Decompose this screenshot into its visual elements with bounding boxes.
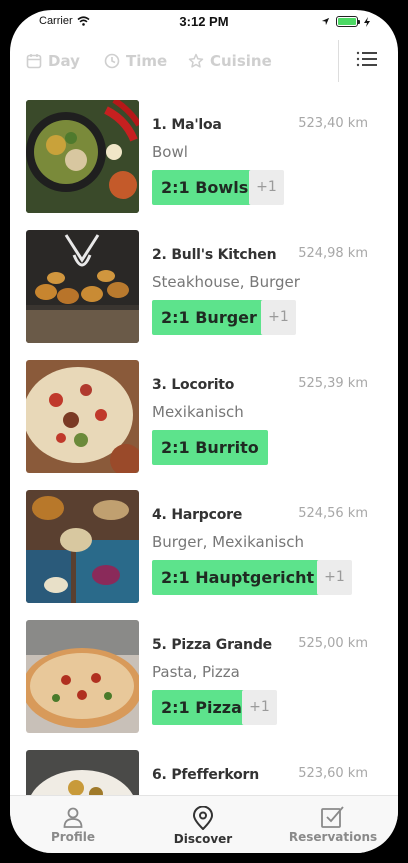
restaurant-photo <box>26 490 139 603</box>
restaurant-photo <box>26 230 139 343</box>
map-pin-icon <box>192 806 214 830</box>
filter-cuisine[interactable]: Cuisine <box>188 52 272 70</box>
filter-time[interactable]: Time <box>104 52 167 70</box>
deal-badge[interactable]: 2:1 Burrito <box>152 430 268 465</box>
restaurant-distance: 525,39 km <box>298 376 368 391</box>
restaurant-distance: 524,98 km <box>298 246 368 261</box>
more-deals-badge[interactable]: +1 <box>317 560 352 595</box>
restaurant-name: 1. Ma'loa <box>152 117 222 133</box>
deal-badge[interactable]: 2:1 Hauptgericht <box>152 560 324 595</box>
clock-icon <box>104 53 120 69</box>
star-icon <box>188 53 204 68</box>
list-view-button[interactable] <box>356 50 380 72</box>
restaurant-row[interactable]: 2. Bull's Kitchen 524,98 km Steakhouse, … <box>10 230 398 346</box>
restaurant-category: Pasta, Pizza <box>152 663 240 681</box>
filter-day-label: Day <box>48 52 80 70</box>
filter-divider <box>338 40 339 82</box>
tab-reservations[interactable]: Reservations <box>288 806 378 844</box>
restaurant-photo <box>26 100 139 213</box>
deal-badge[interactable]: 2:1 Bowls <box>152 170 258 205</box>
app-screen: Carrier 3:12 PM Day Time Cuisine 1. Ma'l… <box>10 10 398 853</box>
restaurant-distance: 523,40 km <box>298 116 368 131</box>
filter-bar: Day Time Cuisine <box>10 40 398 92</box>
tab-profile-label: Profile <box>50 830 96 844</box>
restaurant-row[interactable]: 1. Ma'loa 523,40 km Bowl 2:1 Bowls +1 <box>10 100 398 216</box>
restaurant-category: Burger, Mexikanisch <box>152 533 304 551</box>
battery-icon <box>336 16 360 27</box>
checkbox-icon <box>321 806 344 828</box>
restaurant-name: 5. Pizza Grande <box>152 637 272 653</box>
restaurant-distance: 523,60 km <box>298 766 368 781</box>
filter-time-label: Time <box>126 52 168 70</box>
tab-bar: Profile Discover Reservations <box>10 795 398 853</box>
restaurant-photo <box>26 620 139 733</box>
tab-discover-label: Discover <box>173 832 233 846</box>
restaurant-name: 2. Bull's Kitchen <box>152 247 277 263</box>
restaurant-row[interactable]: 3. Locorito 525,39 km Mexikanisch 2:1 Bu… <box>10 360 398 476</box>
restaurant-name: 4. Harpcore <box>152 507 243 523</box>
restaurant-name: 6. Pfefferkorn <box>152 767 259 783</box>
deal-badge[interactable]: 2:1 Pizza <box>152 690 251 725</box>
deal-badge[interactable]: 2:1 Burger <box>152 300 266 335</box>
more-deals-badge[interactable]: +1 <box>261 300 296 335</box>
more-deals-badge[interactable]: +1 <box>249 170 284 205</box>
status-bar: Carrier 3:12 PM <box>10 10 398 34</box>
restaurant-distance: 525,00 km <box>298 636 368 651</box>
person-icon <box>63 807 83 828</box>
restaurant-photo <box>26 360 139 473</box>
restaurant-row[interactable]: 5. Pizza Grande 525,00 km Pasta, Pizza 2… <box>10 620 398 736</box>
tab-discover[interactable]: Discover <box>170 806 236 846</box>
status-right <box>321 16 370 27</box>
more-deals-badge[interactable]: +1 <box>242 690 277 725</box>
tab-reservations-label: Reservations <box>288 830 378 844</box>
tab-profile[interactable]: Profile <box>48 806 98 844</box>
restaurant-category: Mexikanisch <box>152 403 244 421</box>
calendar-icon <box>26 54 42 69</box>
restaurant-name: 3. Locorito <box>152 377 235 393</box>
restaurant-category: Steakhouse, Burger <box>152 273 300 291</box>
charging-bolt-icon <box>364 16 370 27</box>
device-frame: Carrier 3:12 PM Day Time Cuisine 1. Ma'l… <box>0 0 408 863</box>
restaurant-distance: 524,56 km <box>298 506 368 521</box>
filter-day[interactable]: Day <box>26 52 80 70</box>
restaurant-row[interactable]: 4. Harpcore 524,56 km Burger, Mexikanisc… <box>10 490 398 606</box>
restaurant-category: Bowl <box>152 143 188 161</box>
list-icon <box>356 51 377 67</box>
location-arrow-icon <box>321 17 330 26</box>
filter-cuisine-label: Cuisine <box>210 52 272 70</box>
